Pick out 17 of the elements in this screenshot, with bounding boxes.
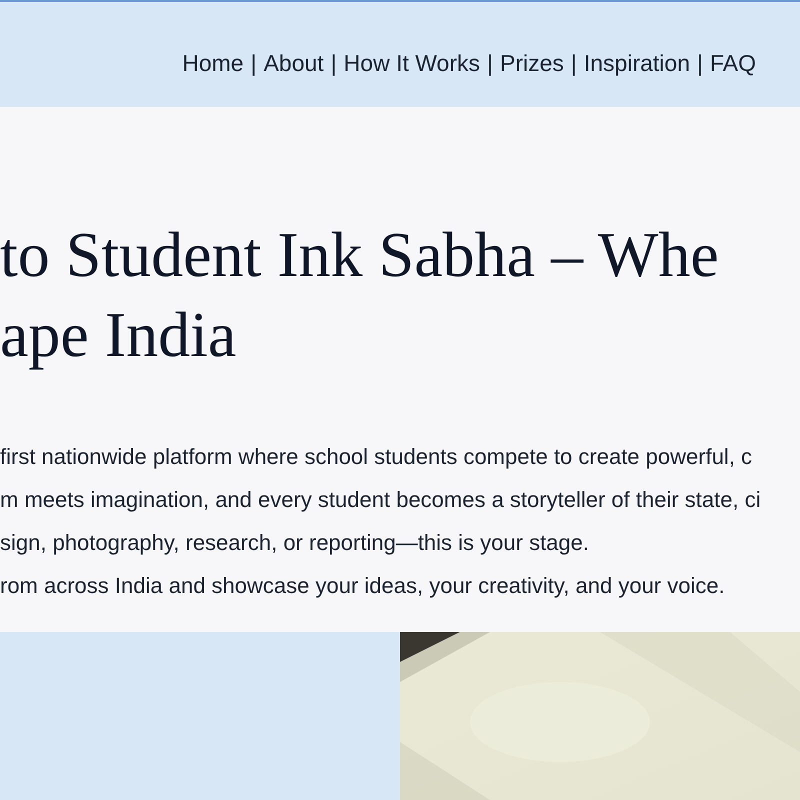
body-text: sign, photography, research, or reporting—this is your stage. [0,529,590,557]
body-text: m meets imagination, and every student becomes a storyteller of their state, ci [0,486,761,514]
nav-link[interactable]: FAQ [710,50,756,77]
body-text: first nationwide platform where school students compete to create powerful, c [0,443,752,471]
nav-link[interactable]: Prizes [500,50,564,77]
hero-heading: to Student Ink Sabha – Whe [0,218,719,292]
nav-separator: | [487,50,493,77]
nav-separator: | [697,50,703,77]
nav-separator: | [330,50,337,77]
nav-link[interactable]: Home [182,50,244,77]
body-text: rom across India and showcase your ideas, your creativity, and your voice. [0,572,725,600]
nav-link[interactable]: How It Works [344,50,480,77]
nav-link[interactable]: Inspiration [584,50,690,77]
nav-separator: | [570,50,577,77]
nav-link[interactable]: About [264,50,324,77]
nav-separator: | [250,50,257,77]
hero-heading: ape India [0,298,236,372]
